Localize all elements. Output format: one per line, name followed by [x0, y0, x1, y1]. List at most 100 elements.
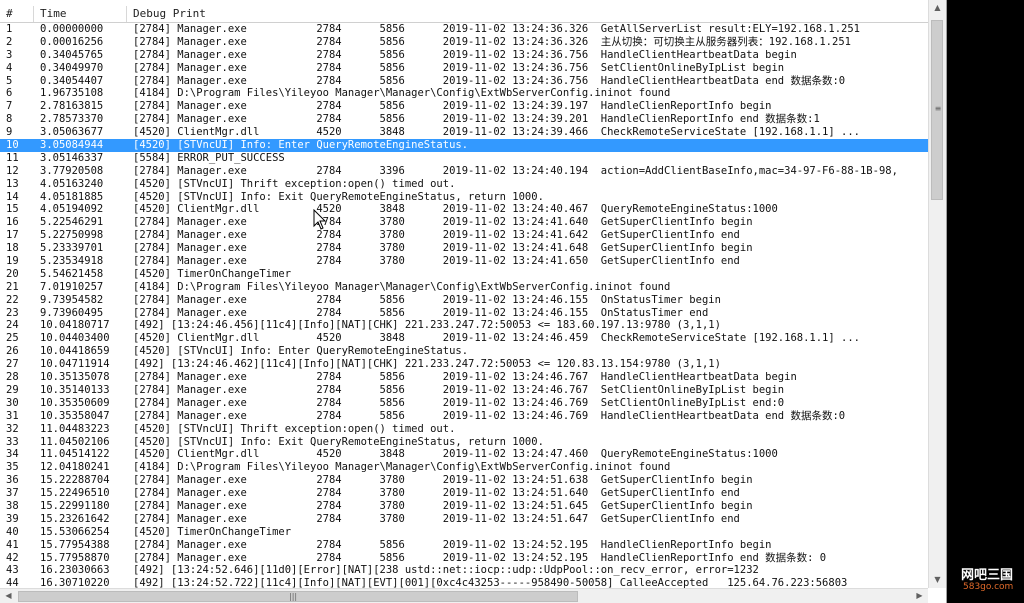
- table-row[interactable]: 20 5.54621458 [4520] TimerOnChangeTimer: [0, 268, 928, 281]
- table-row[interactable]: 31 10.35358047 [2784] Manager.exe 2784 585…: [0, 410, 928, 423]
- watermark-url: 583go.com: [963, 582, 1014, 592]
- row-debug-print: [4520] [STVncUI] Info: Exit QueryRemoteE…: [133, 190, 544, 203]
- table-row[interactable]: 36 15.22288704 [2784] Manager.exe 2784 378…: [0, 474, 928, 487]
- row-time: 4.05163240: [40, 177, 104, 190]
- table-row[interactable]: 10 3.05084944 [4520] [STVncUI] Info: Enter…: [0, 139, 928, 152]
- row-time: 2.78163815: [40, 100, 104, 113]
- row-time: 3.05063677: [40, 126, 104, 139]
- table-row[interactable]: 18 5.23339701 [2784] Manager.exe 2784 3780…: [0, 242, 928, 255]
- row-debug-print: [492] [13:24:52.646][11d0][Error][NAT][2…: [133, 564, 759, 577]
- row-index: 26: [6, 345, 19, 358]
- row-time: 15.77958870: [40, 551, 110, 564]
- row-time: 10.35350609: [40, 396, 110, 409]
- column-header-time[interactable]: Time: [34, 6, 127, 22]
- row-index: 11: [6, 151, 19, 164]
- table-row[interactable]: 16 5.22546291 [2784] Manager.exe 2784 3780…: [0, 216, 928, 229]
- row-time: 10.04180717: [40, 319, 110, 332]
- table-row[interactable]: 34 11.04514122 [4520] ClientMgr.dll 4520 3…: [0, 448, 928, 461]
- table-row[interactable]: 29 10.35140133 [2784] Manager.exe 2784 585…: [0, 384, 928, 397]
- table-row[interactable]: 2 0.00016256 [2784] Manager.exe 2784 5856 …: [0, 36, 928, 49]
- table-row[interactable]: 14 4.05181885 [4520] [STVncUI] Info: Exit …: [0, 191, 928, 204]
- table-row[interactable]: 15 4.05194092 [4520] ClientMgr.dll 4520 38…: [0, 203, 928, 216]
- row-index: 40: [6, 525, 19, 538]
- row-time: 3.05084944: [40, 139, 104, 152]
- table-row[interactable]: 24 10.04180717 [492] [13:24:46.456][11c4][…: [0, 319, 928, 332]
- row-debug-print: [2784] Manager.exe 2784 5856 2019-11-02 …: [133, 35, 851, 48]
- row-time: 5.23534918: [40, 255, 104, 268]
- table-row[interactable]: 27 10.04711914 [492] [13:24:46.462][11c4][…: [0, 358, 928, 371]
- table-row[interactable]: 26 10.04418659 [4520] [STVncUI] Info: Ente…: [0, 345, 928, 358]
- row-debug-print: [4520] ClientMgr.dll 4520 3848 2019-11-0…: [133, 448, 778, 461]
- row-index: 38: [6, 499, 19, 512]
- table-row[interactable]: 22 9.73954582 [2784] Manager.exe 2784 5856…: [0, 294, 928, 307]
- row-index: 20: [6, 267, 19, 280]
- chevron-down-icon[interactable]: ▼: [929, 572, 946, 588]
- row-index: 2: [6, 35, 13, 48]
- column-header-debug-print[interactable]: Debug Print: [127, 6, 928, 22]
- table-row[interactable]: 40 15.53066254 [4520] TimerOnChangeTimer: [0, 526, 928, 539]
- row-index: 6: [6, 87, 13, 100]
- row-debug-print: [2784] Manager.exe 2784 5856 2019-11-02 …: [133, 371, 797, 384]
- table-row[interactable]: 5 0.34054407 [2784] Manager.exe 2784 5856 …: [0, 75, 928, 88]
- row-time: 15.22288704: [40, 474, 110, 487]
- table-row[interactable]: 30 10.35350609 [2784] Manager.exe 2784 585…: [0, 397, 928, 410]
- grip-icon: |||: [289, 592, 298, 601]
- table-row[interactable]: 9 3.05063677 [4520] ClientMgr.dll 4520 384…: [0, 126, 928, 139]
- table-row[interactable]: 11 3.05146337 [5584] ERROR_PUT_SUCCESS: [0, 152, 928, 165]
- horizontal-scrollbar[interactable]: ◀ ||| ▶: [0, 588, 928, 603]
- table-row[interactable]: 12 3.77920508 [2784] Manager.exe 2784 3396…: [0, 165, 928, 178]
- row-index: 42: [6, 551, 19, 564]
- row-time: 5.22750998: [40, 229, 104, 242]
- table-row[interactable]: 8 2.78573370 [2784] Manager.exe 2784 5856 …: [0, 113, 928, 126]
- table-row[interactable]: 32 11.04483223 [4520] [STVncUI] Thrift exc…: [0, 423, 928, 436]
- row-debug-print: [492] [13:24:46.456][11c4][Info][NAT][CH…: [133, 319, 721, 332]
- row-time: 15.53066254: [40, 525, 110, 538]
- table-row[interactable]: 7 2.78163815 [2784] Manager.exe 2784 5856 …: [0, 100, 928, 113]
- chevron-up-icon[interactable]: ▲: [929, 0, 946, 16]
- row-debug-print: [2784] Manager.exe 2784 3780 2019-11-02 …: [133, 229, 740, 242]
- row-debug-print: [4520] [STVncUI] Info: Enter QueryRemote…: [133, 139, 469, 152]
- table-row[interactable]: 35 12.04180241 [4184] D:\Program Files\Yil…: [0, 461, 928, 474]
- table-row[interactable]: 4 0.34049970 [2784] Manager.exe 2784 5856 …: [0, 62, 928, 75]
- row-index: 16: [6, 216, 19, 229]
- row-debug-print: [5584] ERROR_PUT_SUCCESS: [133, 151, 285, 164]
- row-time: 10.35140133: [40, 383, 110, 396]
- table-row[interactable]: 25 10.04403400 [4520] ClientMgr.dll 4520 3…: [0, 332, 928, 345]
- row-index: 1: [6, 23, 13, 35]
- table-row[interactable]: 39 15.23261642 [2784] Manager.exe 2784 378…: [0, 513, 928, 526]
- row-time: 3.77920508: [40, 164, 104, 177]
- log-list[interactable]: 1 0.00000000 [2784] Manager.exe 2784 5856 …: [0, 23, 928, 591]
- row-time: 10.04711914: [40, 358, 110, 371]
- row-index: 39: [6, 512, 19, 525]
- table-row[interactable]: 1 0.00000000 [2784] Manager.exe 2784 5856 …: [0, 23, 928, 36]
- vertical-scrollbar[interactable]: ▲ ≡ ▼: [928, 0, 946, 588]
- table-row[interactable]: 37 15.22496510 [2784] Manager.exe 2784 378…: [0, 487, 928, 500]
- row-time: 15.77954388: [40, 538, 110, 551]
- vertical-scroll-thumb[interactable]: ≡: [931, 20, 943, 200]
- table-row[interactable]: 6 1.96735108 [4184] D:\Program Files\Yiley…: [0, 87, 928, 100]
- column-header-index[interactable]: #: [0, 6, 34, 22]
- table-row[interactable]: 21 7.01910257 [4184] D:\Program Files\Yile…: [0, 281, 928, 294]
- chevron-left-icon[interactable]: ◀: [0, 589, 17, 603]
- table-row[interactable]: 13 4.05163240 [4520] [STVncUI] Thrift exce…: [0, 178, 928, 191]
- row-index: 27: [6, 358, 19, 371]
- row-time: 12.04180241: [40, 461, 110, 474]
- row-time: 11.04502106: [40, 435, 110, 448]
- table-row[interactable]: 19 5.23534918 [2784] Manager.exe 2784 3780…: [0, 255, 928, 268]
- table-row[interactable]: 17 5.22750998 [2784] Manager.exe 2784 3780…: [0, 229, 928, 242]
- row-debug-print: [2784] Manager.exe 2784 5856 2019-11-02 …: [133, 23, 860, 35]
- row-debug-print: [2784] Manager.exe 2784 5856 2019-11-02 …: [133, 551, 827, 564]
- table-row[interactable]: 3 0.34045765 [2784] Manager.exe 2784 5856 …: [0, 49, 928, 62]
- table-row[interactable]: 33 11.04502106 [4520] [STVncUI] Info: Exit…: [0, 436, 928, 449]
- table-row[interactable]: 23 9.73960495 [2784] Manager.exe 2784 5856…: [0, 307, 928, 320]
- row-debug-print: [2784] Manager.exe 2784 3780 2019-11-02 …: [133, 216, 753, 229]
- horizontal-scroll-thumb[interactable]: |||: [18, 591, 578, 602]
- table-row[interactable]: 28 10.35135078 [2784] Manager.exe 2784 585…: [0, 371, 928, 384]
- chevron-right-icon[interactable]: ▶: [911, 589, 928, 603]
- table-row[interactable]: 38 15.22991180 [2784] Manager.exe 2784 378…: [0, 500, 928, 513]
- row-index: 13: [6, 177, 19, 190]
- table-row[interactable]: 43 16.23030663 [492] [13:24:52.646][11d0][…: [0, 564, 928, 577]
- table-row[interactable]: 41 15.77954388 [2784] Manager.exe 2784 585…: [0, 539, 928, 552]
- table-row[interactable]: 42 15.77958870 [2784] Manager.exe 2784 585…: [0, 552, 928, 565]
- row-index: 17: [6, 229, 19, 242]
